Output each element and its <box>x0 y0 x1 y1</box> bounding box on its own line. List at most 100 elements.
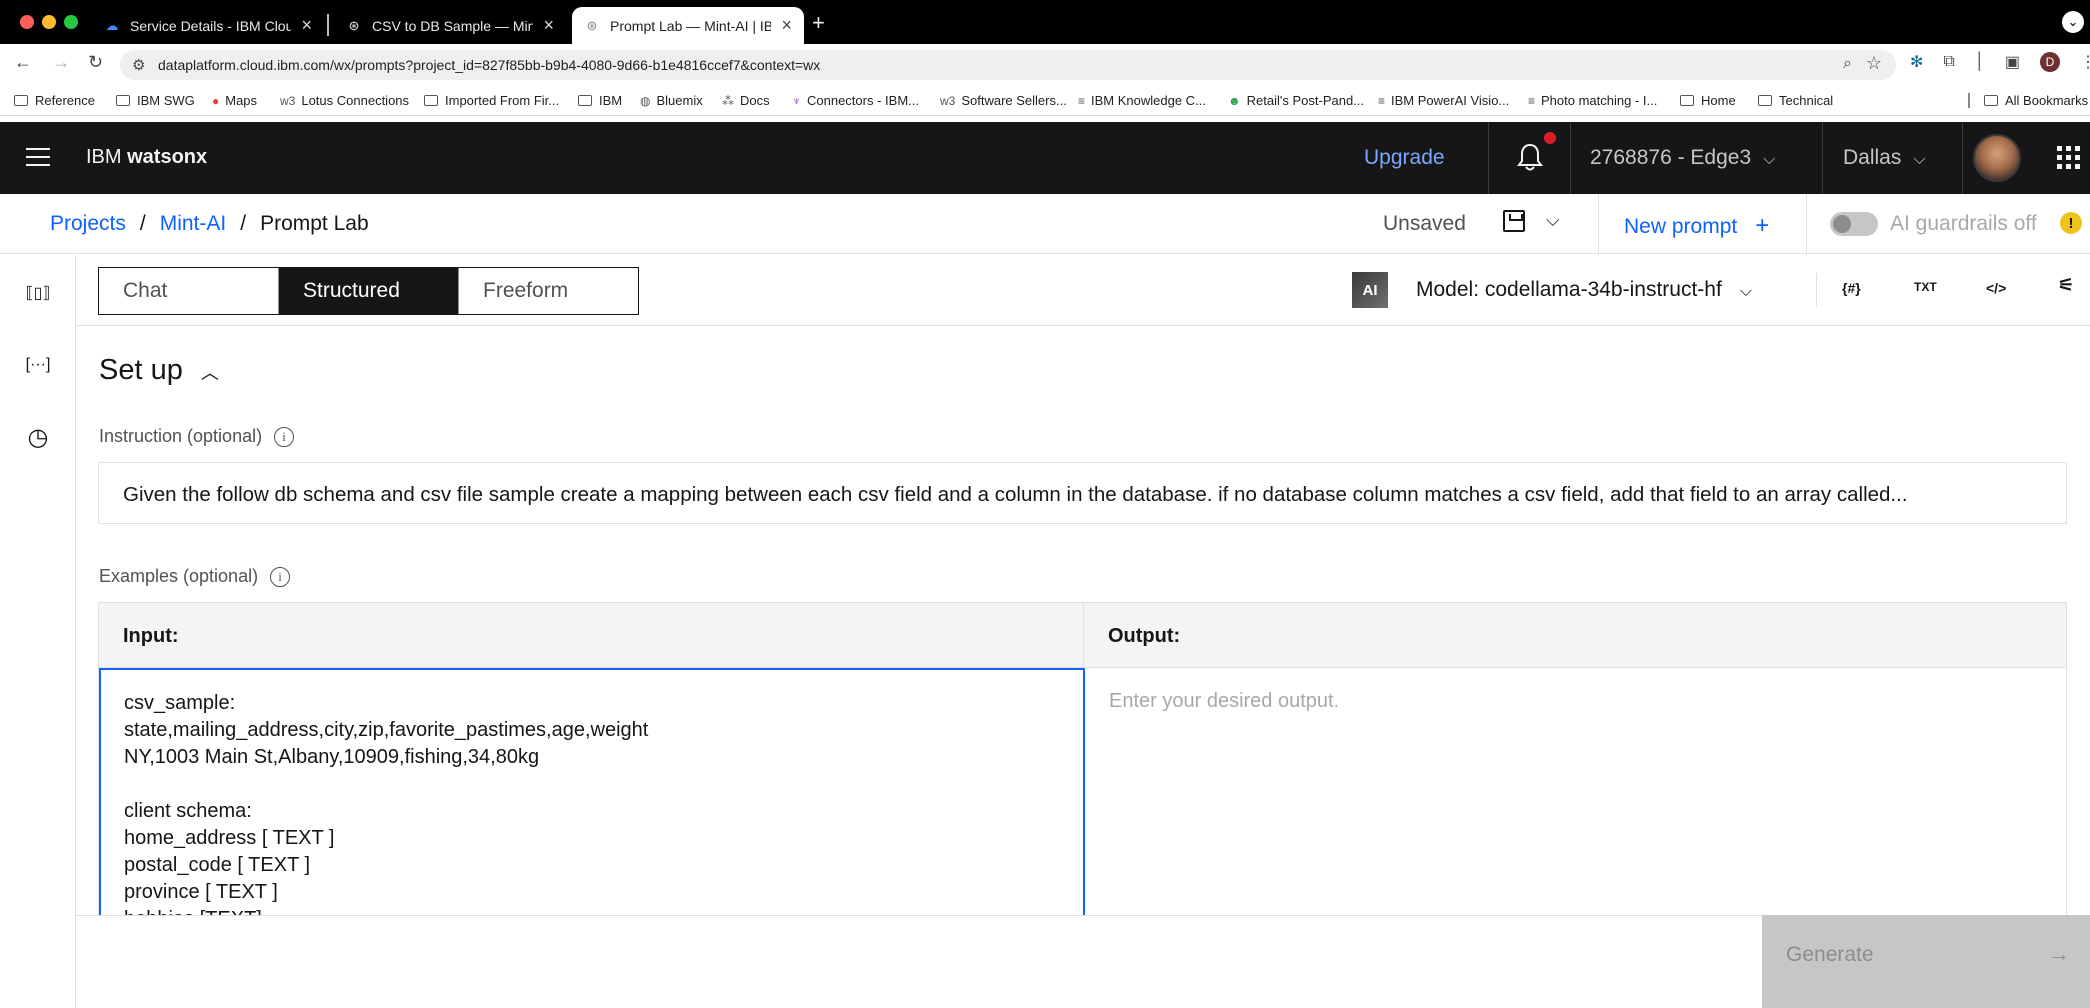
chevron-down-icon: ⌵ <box>1763 151 1776 168</box>
user-avatar[interactable] <box>1973 134 2021 182</box>
mode-switcher: Chat Structured Freeform <box>98 267 639 315</box>
docs-icon: ⁂ <box>722 93 734 108</box>
model-parameters-icon[interactable]: ⚟ <box>2058 275 2074 296</box>
minimize-window-button[interactable] <box>42 15 56 29</box>
save-icon[interactable] <box>1503 210 1525 232</box>
new-prompt-button[interactable]: New prompt + <box>1624 212 1769 240</box>
new-tab-button[interactable]: + <box>812 10 825 36</box>
bookmark[interactable]: ◍ Bluemix <box>640 93 703 108</box>
guardrails-toggle[interactable] <box>1830 212 1878 236</box>
folder-icon <box>1984 95 1998 106</box>
tab-search-chevron-icon[interactable]: ⌄ <box>2062 11 2084 33</box>
example-output-field[interactable]: Enter your desired output. <box>1085 668 2066 915</box>
close-window-button[interactable] <box>20 15 34 29</box>
mode-freeform[interactable]: Freeform <box>459 268 638 314</box>
maximize-window-button[interactable] <box>64 15 78 29</box>
back-arrow-icon[interactable]: ← <box>14 52 32 73</box>
breadcrumb-current: Prompt Lab <box>260 212 369 235</box>
connectors-icon: ♆ <box>792 93 801 108</box>
notification-bell-icon[interactable] <box>1516 142 1544 172</box>
all-bookmarks-folder[interactable]: All Bookmarks <box>1968 93 2088 108</box>
app-switcher-icon[interactable] <box>2057 146 2080 169</box>
browser-tab[interactable]: ⊛ CSV to DB Sample — Mint-AI × <box>334 7 566 44</box>
ibm-icon: ≡ <box>1378 93 1386 108</box>
text-view-icon[interactable]: TXT <box>1914 280 1937 294</box>
folder-icon <box>1680 95 1694 106</box>
breadcrumb-project[interactable]: Mint-AI <box>160 212 227 236</box>
mode-chat[interactable]: Chat <box>99 268 279 314</box>
hamburger-menu-icon[interactable] <box>26 148 50 172</box>
app-header: IBM watsonx Upgrade 2768876 - Edge3 ⌵ Dal… <box>0 122 2090 194</box>
code-view-icon[interactable]: </> <box>1986 280 2006 296</box>
close-tab-icon[interactable]: × <box>301 15 312 36</box>
extensions-puzzle-icon[interactable]: ⧉ <box>1943 53 1954 71</box>
info-icon[interactable]: i <box>270 566 291 587</box>
chevron-down-icon[interactable]: ⌵ <box>1546 210 1560 231</box>
divider <box>1806 194 1807 254</box>
bookmark-folder[interactable]: Imported From Fir... <box>424 93 559 108</box>
example-input-field[interactable]: csv_sample: state,mailing_address,city,z… <box>99 668 1085 915</box>
info-icon[interactable]: i <box>274 426 295 447</box>
browser-tab[interactable]: ☁ Service Details - IBM Cloud × <box>92 7 324 44</box>
mode-structured[interactable]: Structured <box>279 268 459 314</box>
bookmark[interactable]: ☻ Retail's Post-Pand... <box>1228 93 1364 108</box>
browser-menu-icon[interactable]: ⋮ <box>2080 52 2090 72</box>
history-clock-icon[interactable]: ◷ <box>24 423 52 451</box>
divider <box>1816 273 1817 307</box>
cloud-icon: ☁ <box>105 17 119 33</box>
bookmark[interactable]: ♆ Connectors - IBM... <box>792 93 919 108</box>
notification-badge <box>1544 132 1556 144</box>
extension-icons: ✻ ⧉ │ ▣ D ⋮ <box>1910 52 2090 72</box>
site-settings-icon[interactable]: ⚙ <box>132 56 145 74</box>
close-tab-icon[interactable]: × <box>781 15 792 36</box>
profile-avatar[interactable]: D <box>2039 52 2060 72</box>
chevron-down-icon: ⌵ <box>1913 151 1926 168</box>
browser-tab-active[interactable]: ⊛ Prompt Lab — Mint-AI | IBM w × <box>572 7 804 44</box>
folder-icon <box>14 95 28 106</box>
breadcrumb-separator: / <box>240 212 247 235</box>
bookmark[interactable]: ● Maps <box>212 93 257 108</box>
header-divider <box>1962 122 1963 194</box>
examples-label: Examples (optional) i <box>99 566 291 587</box>
variables-icon[interactable]: [···] <box>24 351 52 379</box>
product-brand[interactable]: IBM watsonx <box>86 146 207 169</box>
prompt-variables-icon[interactable]: {#} <box>1842 280 1861 296</box>
region-switcher[interactable]: Dallas ⌵ <box>1843 146 1926 170</box>
bookmark[interactable]: ⁂ Docs <box>722 93 770 108</box>
extension-icon[interactable]: ✻ <box>1910 52 1923 72</box>
close-tab-icon[interactable]: × <box>543 15 554 36</box>
side-panel-icon[interactable]: ▣ <box>2005 52 2020 72</box>
input-column-header: Input: <box>99 603 1084 668</box>
address-bar[interactable]: ⚙ dataplatform.cloud.ibm.com/wx/prompts?… <box>120 50 1896 80</box>
generate-button[interactable]: Generate → <box>1762 915 2090 1008</box>
warning-icon[interactable]: ! <box>2060 212 2082 234</box>
bookmark[interactable]: ≡ IBM PowerAI Visio... <box>1378 93 1509 108</box>
reload-icon[interactable]: ↻ <box>88 52 103 73</box>
model-selector[interactable]: Model: codellama-34b-instruct-hf ⌵ <box>1416 278 1752 302</box>
bookmark-star-icon[interactable]: ☆ <box>1866 53 1882 74</box>
instruction-field[interactable]: Given the follow db schema and csv file … <box>98 462 2067 524</box>
bookmark-folder[interactable]: IBM <box>578 93 622 108</box>
plus-icon: + <box>1755 212 1770 239</box>
w3-icon: w3 <box>940 93 956 108</box>
zoom-icon[interactable]: ⌕ <box>1843 55 1852 73</box>
account-switcher[interactable]: 2768876 - Edge3 ⌵ <box>1590 146 1775 170</box>
bookmark[interactable]: ≡ Photo matching - I... <box>1528 93 1657 108</box>
retail-icon: ☻ <box>1228 93 1241 108</box>
bookmark-folder[interactable]: IBM SWG <box>116 93 195 108</box>
setup-section-header[interactable]: Set up ︿ <box>99 354 219 387</box>
bookmark-folder[interactable]: Home <box>1680 93 1736 108</box>
bookmarks-bar: Reference IBM SWG ● Maps w3 Lotus Connecti… <box>0 86 2090 116</box>
bookmark[interactable]: w3 Software Sellers... <box>940 93 1067 108</box>
browser-tab-strip: ☁ Service Details - IBM Cloud × ⊛ CSV to… <box>0 0 2090 44</box>
bookmark[interactable]: w3 Lotus Connections <box>280 93 409 108</box>
breadcrumb-projects[interactable]: Projects <box>50 212 126 236</box>
bookmark-folder[interactable]: Technical <box>1758 93 1833 108</box>
carousel-icon[interactable]: ⟦▯⟧ <box>24 279 52 307</box>
bookmark-folder[interactable]: Reference <box>14 93 95 108</box>
chevron-down-icon: ⌵ <box>1739 283 1752 300</box>
upgrade-link[interactable]: Upgrade <box>1364 146 1445 170</box>
breadcrumb-bar: Projects / Mint-AI / Prompt Lab Unsaved … <box>0 194 2090 254</box>
forward-arrow-icon[interactable]: → <box>52 52 70 73</box>
bookmark[interactable]: ≡ IBM Knowledge C... <box>1078 93 1206 108</box>
